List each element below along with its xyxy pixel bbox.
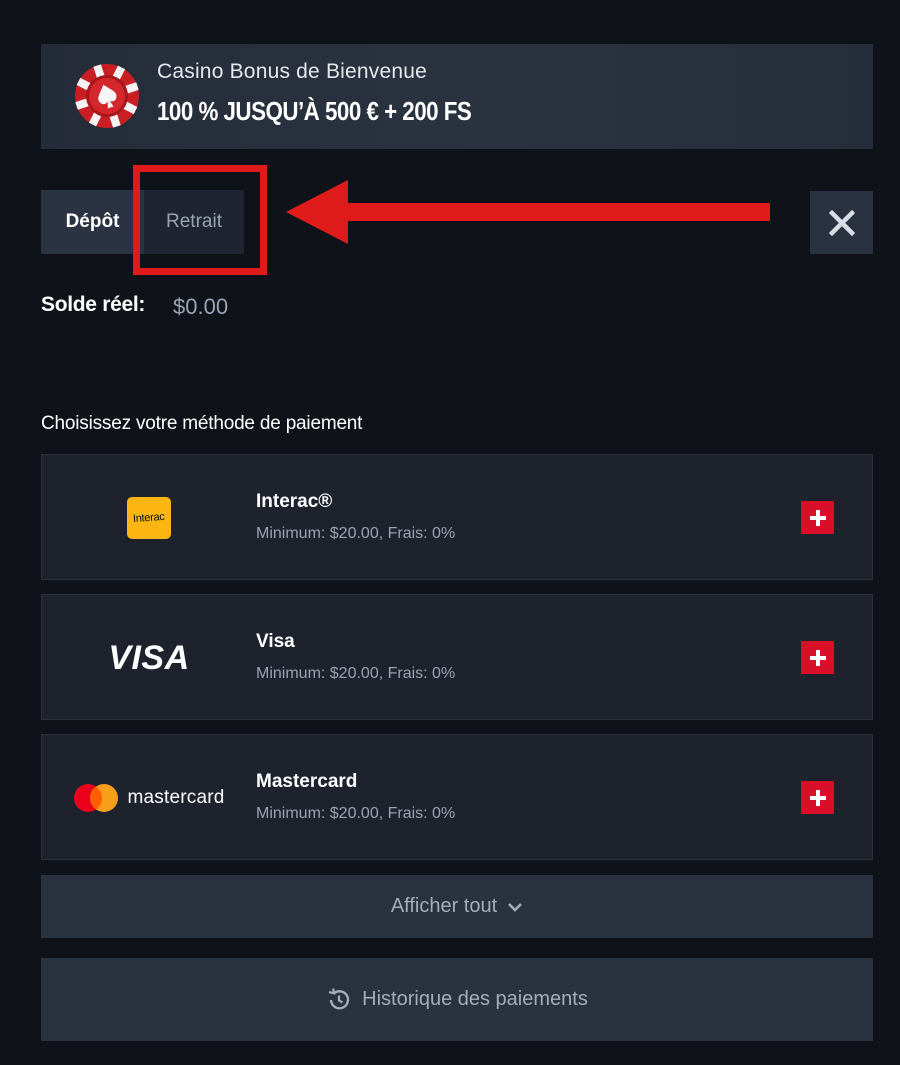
payment-method-name: Visa bbox=[256, 631, 295, 652]
payment-method-visa[interactable]: VISA Visa Minimum: $20.00, Frais: 0% bbox=[41, 594, 873, 720]
plus-icon bbox=[809, 789, 826, 806]
tab-depot[interactable]: Dépôt bbox=[41, 190, 144, 254]
balance-label: Solde réel: bbox=[41, 293, 146, 316]
casino-chip-icon bbox=[75, 64, 139, 128]
visa-logo: VISA bbox=[42, 595, 256, 721]
payment-method-interac[interactable]: Interac Interac® Minimum: $20.00, Frais:… bbox=[41, 454, 873, 580]
plus-icon bbox=[809, 649, 826, 666]
payment-method-details: Minimum: $20.00, Frais: 0% bbox=[256, 665, 456, 682]
payment-method-details: Minimum: $20.00, Frais: 0% bbox=[256, 805, 456, 822]
add-visa-button[interactable] bbox=[801, 641, 834, 674]
add-mastercard-button[interactable] bbox=[801, 781, 834, 814]
cashier-panel: Casino Bonus de Bienvenue 100 % JUSQU’À … bbox=[0, 0, 900, 1065]
interac-logo: Interac bbox=[42, 455, 256, 581]
payment-method-name: Mastercard bbox=[256, 771, 358, 792]
mastercard-logo: mastercard bbox=[42, 735, 256, 861]
banner-title: 100 % JUSQU’À 500 € + 200 FS bbox=[157, 96, 472, 126]
show-all-label: Afficher tout bbox=[390, 895, 498, 917]
close-button[interactable] bbox=[810, 191, 873, 254]
add-interac-button[interactable] bbox=[801, 501, 834, 534]
show-all-button[interactable]: Afficher tout bbox=[41, 875, 873, 938]
tab-retrait[interactable]: Retrait bbox=[144, 190, 244, 254]
annotation-arrow-icon bbox=[286, 180, 770, 244]
payment-history-label: Historique des paiements bbox=[362, 988, 588, 1010]
mastercard-circles-icon bbox=[74, 784, 119, 812]
payment-method-name: Interac® bbox=[256, 491, 333, 512]
history-icon bbox=[328, 987, 350, 1009]
mastercard-logo-text: mastercard bbox=[127, 787, 225, 808]
balance-value: $0.00 bbox=[173, 294, 229, 319]
payment-method-mastercard[interactable]: mastercard Mastercard Minimum: $20.00, F… bbox=[41, 734, 873, 860]
payment-history-button[interactable]: Historique des paiements bbox=[41, 958, 873, 1041]
plus-icon bbox=[809, 509, 826, 526]
visa-logo-text: VISA bbox=[108, 638, 190, 677]
interac-logo-text: Interac bbox=[132, 510, 166, 526]
chevron-down-icon bbox=[508, 902, 523, 912]
banner-subtitle: Casino Bonus de Bienvenue bbox=[157, 60, 428, 83]
payment-method-heading: Choisissez votre méthode de paiement bbox=[41, 413, 363, 434]
payment-method-details: Minimum: $20.00, Frais: 0% bbox=[256, 525, 456, 542]
close-icon bbox=[828, 209, 855, 236]
